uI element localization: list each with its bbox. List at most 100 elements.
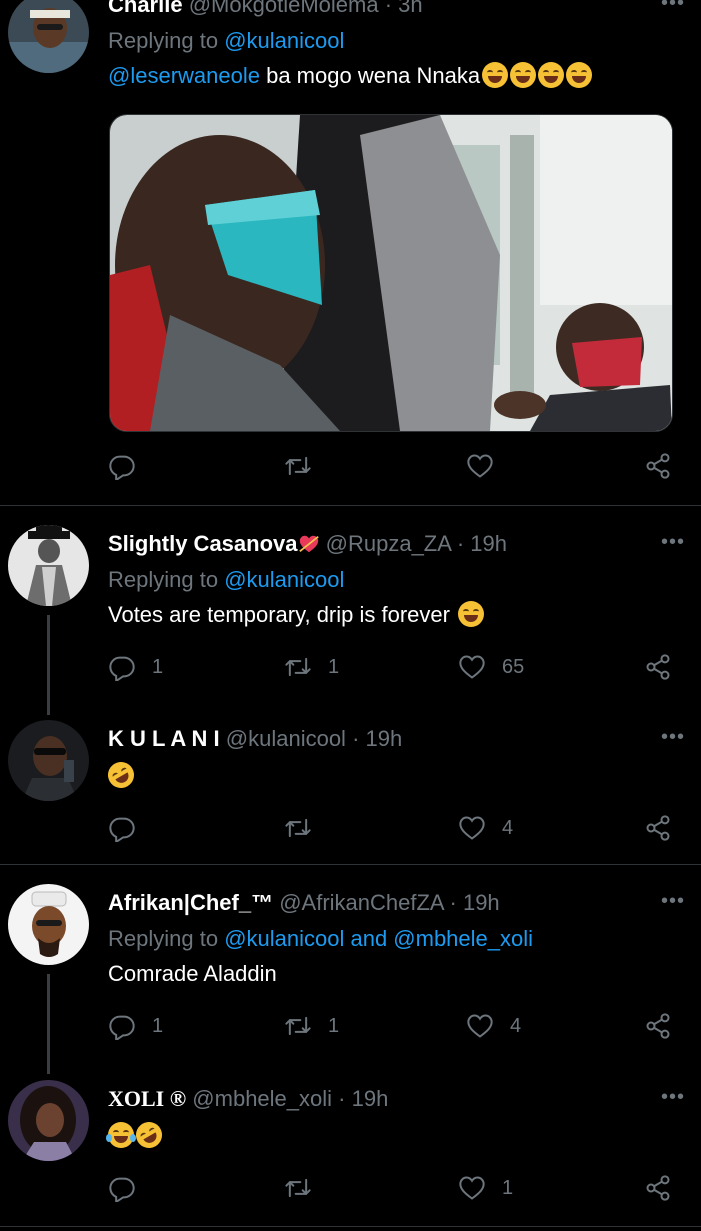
handle[interactable]: @MokgotleMolema (189, 0, 379, 17)
tears-of-joy-emoji (510, 62, 537, 88)
retweet-button[interactable]: 1 (284, 653, 339, 681)
retweet-icon (284, 1174, 312, 1202)
tweet-actions: 1 1 65 (108, 653, 685, 683)
tweet-text: Votes are temporary, drip is forever (108, 601, 485, 629)
handle[interactable]: @kulanicool (226, 726, 346, 751)
replying-to-link[interactable]: @kulanicool (224, 28, 344, 53)
timestamp[interactable]: · 19h (457, 531, 507, 556)
retweet-button[interactable] (284, 814, 328, 842)
like-button[interactable]: 4 (458, 814, 513, 842)
retweet-count: 1 (328, 1014, 340, 1037)
tweet-header: K U L A N I @kulanicool · 19h (108, 726, 402, 752)
reply-button[interactable]: 1 (108, 653, 163, 681)
mention-link[interactable]: @leserwaneole (108, 63, 260, 88)
more-icon[interactable]: ••• (661, 891, 685, 911)
reply-button[interactable] (108, 1174, 152, 1202)
replying-to: Replying to @kulanicool (108, 28, 345, 53)
display-name[interactable]: Afrikan|Chef_™ (108, 890, 273, 915)
reply-button[interactable] (108, 814, 152, 842)
share-button[interactable] (644, 452, 672, 480)
heart-icon (458, 814, 486, 842)
timestamp[interactable]: · 19h (338, 1086, 388, 1111)
tweet[interactable]: XOLI ® @mbhele_xoli · 19h ••• 1 (0, 1080, 701, 1225)
handle[interactable]: @AfrikanChefZA (279, 890, 443, 915)
heart-icon (458, 653, 486, 681)
timestamp[interactable]: · 3h (385, 0, 423, 17)
reply-button[interactable]: 1 (108, 1012, 163, 1040)
more-icon[interactable]: ••• (661, 1087, 685, 1107)
more-icon[interactable]: ••• (661, 532, 685, 552)
display-name[interactable]: Slightly Casanova (108, 531, 298, 556)
share-button[interactable] (644, 1174, 672, 1202)
reply-icon (108, 814, 136, 842)
retweet-icon (284, 814, 312, 842)
share-button[interactable] (644, 653, 672, 681)
handle[interactable]: @mbhele_xoli (192, 1086, 332, 1111)
avatar[interactable] (8, 0, 89, 73)
display-name[interactable]: Charlie (108, 0, 183, 17)
retweet-count: 1 (328, 655, 340, 678)
reply-button[interactable] (108, 452, 152, 480)
like-button[interactable]: 4 (466, 1012, 521, 1040)
share-button[interactable] (644, 1012, 672, 1040)
like-count: 4 (502, 816, 514, 839)
retweet-button[interactable] (284, 1174, 328, 1202)
share-button[interactable] (644, 814, 672, 842)
more-icon[interactable]: ••• (661, 0, 685, 13)
like-button[interactable]: 65 (458, 653, 524, 681)
share-icon (644, 1174, 672, 1202)
replying-to-link[interactable]: @kulanicool (224, 567, 344, 592)
more-icon[interactable]: ••• (661, 727, 685, 747)
like-button[interactable] (466, 452, 510, 480)
retweet-button[interactable] (284, 452, 328, 480)
replying-to: Replying to @kulanicool and @mbhele_xoli (108, 926, 534, 951)
heart-icon (466, 452, 494, 480)
tweet-photo[interactable] (109, 114, 673, 432)
heart-icon (458, 1174, 486, 1202)
tweet-actions (108, 452, 685, 482)
handle[interactable]: @Rupza_ZA (326, 531, 451, 556)
retweet-button[interactable]: 1 (284, 1012, 339, 1040)
replying-to-link[interactable]: @kulanicool and @mbhele_xoli (224, 926, 533, 951)
tweet-text: @leserwaneole ba mogo wena Nnaka (108, 62, 593, 90)
avatar[interactable] (8, 1080, 89, 1161)
like-count: 65 (502, 655, 525, 678)
divider (0, 864, 701, 865)
heart-arrow-icon (298, 533, 320, 555)
tweet-text (103, 757, 139, 793)
avatar[interactable] (8, 884, 89, 965)
display-name[interactable]: K U L A N I (108, 726, 220, 751)
share-icon (644, 452, 672, 480)
reply-icon (108, 1174, 136, 1202)
tweet-actions: 4 (108, 814, 685, 844)
share-icon (644, 814, 672, 842)
tears-of-joy-emoji (482, 62, 509, 88)
display-name[interactable]: XOLI ® (108, 1086, 186, 1111)
like-count: 1 (502, 1176, 514, 1199)
timestamp[interactable]: · 19h (352, 726, 402, 751)
heart-icon (466, 1012, 494, 1040)
tweet[interactable]: K U L A N I @kulanicool · 19h ••• 4 (0, 720, 701, 860)
retweet-icon (284, 653, 312, 681)
share-icon (644, 653, 672, 681)
retweet-icon (284, 1012, 312, 1040)
divider (0, 505, 701, 506)
tweet-text: Comrade Aladdin (108, 961, 277, 986)
tweet-header: Afrikan|Chef_™ @AfrikanChefZA · 19h (108, 890, 500, 916)
like-count: 4 (510, 1014, 522, 1037)
reply-count: 1 (152, 655, 164, 678)
tweet[interactable]: Slightly Casanova @Rupza_ZA · 19h ••• Re… (0, 525, 701, 715)
rolling-on-floor-laughing-emoji (103, 757, 139, 793)
like-button[interactable]: 1 (458, 1174, 513, 1202)
reply-icon (108, 452, 136, 480)
avatar[interactable] (8, 525, 89, 606)
tweet[interactable]: Afrikan|Chef_™ @AfrikanChefZA · 19h ••• … (0, 884, 701, 1074)
tweet[interactable]: Charlie @MokgotleMolema · 3h ••• Replyin… (0, 0, 701, 504)
tweet-header: Charlie @MokgotleMolema · 3h (108, 0, 423, 18)
timestamp[interactable]: · 19h (450, 890, 500, 915)
tweet-header: Slightly Casanova @Rupza_ZA · 19h (108, 531, 507, 557)
avatar[interactable] (8, 720, 89, 801)
laughing-squint-emoji (458, 601, 485, 627)
tweet-actions: 1 (108, 1174, 685, 1204)
reply-icon (108, 1012, 136, 1040)
